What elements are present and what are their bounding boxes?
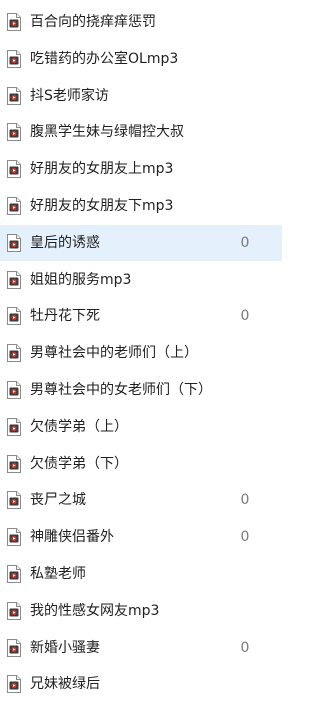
file-name: 姐姐的服务mp3	[30, 271, 132, 288]
file-row[interactable]: 好朋友的女朋友下mp3	[0, 188, 282, 224]
file-name: 百合向的挠痒痒惩罚	[30, 14, 156, 30]
file-count: 0	[240, 308, 250, 325]
file-row[interactable]: 好朋友的女朋友上mp3	[0, 151, 282, 187]
file-row[interactable]: 皇后的诱惑 0	[0, 224, 282, 261]
file-row[interactable]: 腹黑学生妹与绿帽控大叔	[0, 114, 282, 150]
file-name: 私塾老师	[30, 566, 86, 582]
file-name: 吃错药的办公室OLmp3	[30, 50, 179, 67]
file-row[interactable]: 姐姐的服务mp3	[0, 262, 282, 298]
file-row[interactable]: 私塾老师	[0, 556, 282, 592]
file-name: 新婚小骚妻	[30, 639, 100, 656]
file-row[interactable]: 抖S老师家访	[0, 78, 282, 114]
file-name: 腹黑学生妹与绿帽控大叔	[30, 124, 184, 141]
file-count: 0	[240, 234, 250, 251]
file-name: 抖S老师家访	[30, 87, 109, 104]
file-count: 0	[240, 639, 250, 656]
file-row[interactable]: 欠债学弟（上）	[0, 409, 282, 445]
file-name: 皇后的诱惑	[30, 234, 100, 251]
file-row[interactable]: 兄妹被绿后	[0, 666, 282, 702]
file-name: 好朋友的女朋友上mp3	[30, 161, 174, 178]
file-row[interactable]: 男尊社会中的女老师们（下）	[0, 372, 282, 408]
file-row[interactable]: 男尊社会中的老师们（上）	[0, 335, 282, 371]
file-row[interactable]: 新婚小骚妻 0	[0, 630, 282, 666]
file-row[interactable]: 百合向的挠痒痒惩罚	[0, 4, 282, 40]
file-row[interactable]: 牡丹花下死 0	[0, 298, 282, 334]
file-name: 男尊社会中的老师们（上）	[30, 345, 198, 362]
file-row[interactable]: 神雕侠侣番外 0	[0, 519, 282, 555]
file-name: 神雕侠侣番外	[30, 529, 114, 546]
file-count: 0	[240, 492, 250, 509]
file-count: 0	[240, 529, 250, 546]
file-name: 丧尸之城	[30, 492, 86, 509]
file-name: 男尊社会中的女老师们（下）	[30, 382, 212, 398]
file-name: 欠债学弟（上）	[30, 418, 128, 435]
file-name: 好朋友的女朋友下mp3	[30, 198, 174, 214]
file-name: 我的性感女网友mp3	[30, 602, 160, 619]
file-row[interactable]: 欠债学弟（下）	[0, 446, 282, 482]
file-row[interactable]: 丧尸之城 0	[0, 482, 282, 518]
file-name: 兄妹被绿后	[30, 676, 100, 693]
file-row[interactable]: 我的性感女网友mp3	[0, 593, 282, 629]
file-name: 牡丹花下死	[30, 308, 100, 325]
file-row[interactable]: 吃错药的办公室OLmp3	[0, 41, 282, 77]
file-name: 欠债学弟（下）	[30, 455, 128, 472]
file-list: 百合向的挠痒痒惩罚吃错药的办公室OLmp3 抖S老师家访腹黑学生妹与绿帽控大叔 好朋…	[0, 0, 282, 720]
